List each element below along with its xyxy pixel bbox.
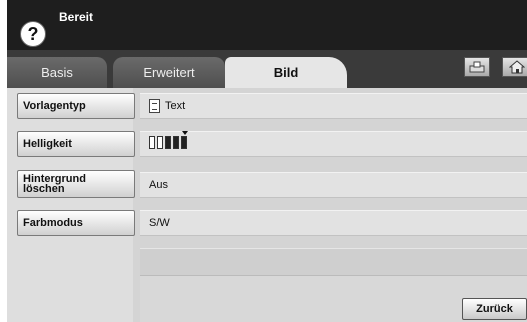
document-icon: [149, 99, 160, 113]
status-text: Bereit: [59, 10, 94, 24]
help-glyph: ?: [27, 23, 39, 44]
back-label: Zurück: [476, 303, 513, 315]
helligkeit-label: Helligkeit: [23, 138, 72, 150]
job-status-button[interactable]: [464, 57, 490, 77]
tab-basis[interactable]: Basis: [7, 57, 107, 88]
tab-basis-label: Basis: [41, 65, 73, 80]
hintergrund-loeschen-label: Hintergrund löschen: [23, 173, 86, 195]
home-icon: [509, 60, 525, 74]
vorlagentyp-label: Vorlagentyp: [23, 100, 86, 112]
tray-icon: [469, 61, 485, 73]
title-bar: ? Bereit: [7, 0, 527, 50]
settings-button-column: [7, 88, 133, 322]
brightness-level-4: [173, 136, 179, 149]
farbmodus-value-text: S/W: [149, 217, 170, 229]
tab-bild[interactable]: Bild: [225, 57, 347, 88]
hintergrund-loeschen-button[interactable]: Hintergrund löschen: [17, 170, 135, 198]
back-button[interactable]: Zurück: [462, 298, 527, 320]
tab-bild-label: Bild: [273, 65, 299, 80]
farbmodus-button[interactable]: Farbmodus: [17, 210, 135, 236]
hintergrund-loeschen-value: Aus: [140, 172, 527, 198]
copy-screen: ? Bereit Basis Erweitert Bild Vorlagenty…: [7, 0, 527, 322]
farbmodus-label: Farbmodus: [23, 217, 83, 229]
tab-bar: Basis Erweitert Bild: [7, 50, 527, 88]
helligkeit-value: [140, 131, 527, 157]
brightness-level-2: [157, 136, 163, 149]
hintergrund-loeschen-value-text: Aus: [149, 179, 168, 191]
brightness-indicator: [149, 131, 189, 152]
empty-row: [140, 248, 527, 276]
brightness-level-5: [181, 131, 188, 149]
help-icon[interactable]: ?: [20, 21, 46, 47]
tab-erweitert[interactable]: Erweitert: [113, 57, 225, 88]
content-area: Vorlagentyp Text Helligkeit Hintergrund …: [7, 88, 527, 322]
vorlagentyp-value-text: Text: [165, 100, 186, 112]
brightness-level-1: [149, 136, 155, 149]
brightness-level-3: [165, 136, 171, 149]
helligkeit-button[interactable]: Helligkeit: [17, 131, 135, 157]
vorlagentyp-button[interactable]: Vorlagentyp: [17, 93, 135, 119]
home-button[interactable]: [502, 57, 527, 77]
farbmodus-value: S/W: [140, 210, 527, 236]
vorlagentyp-value: Text: [140, 93, 527, 119]
tab-erweitert-label: Erweitert: [143, 65, 195, 80]
